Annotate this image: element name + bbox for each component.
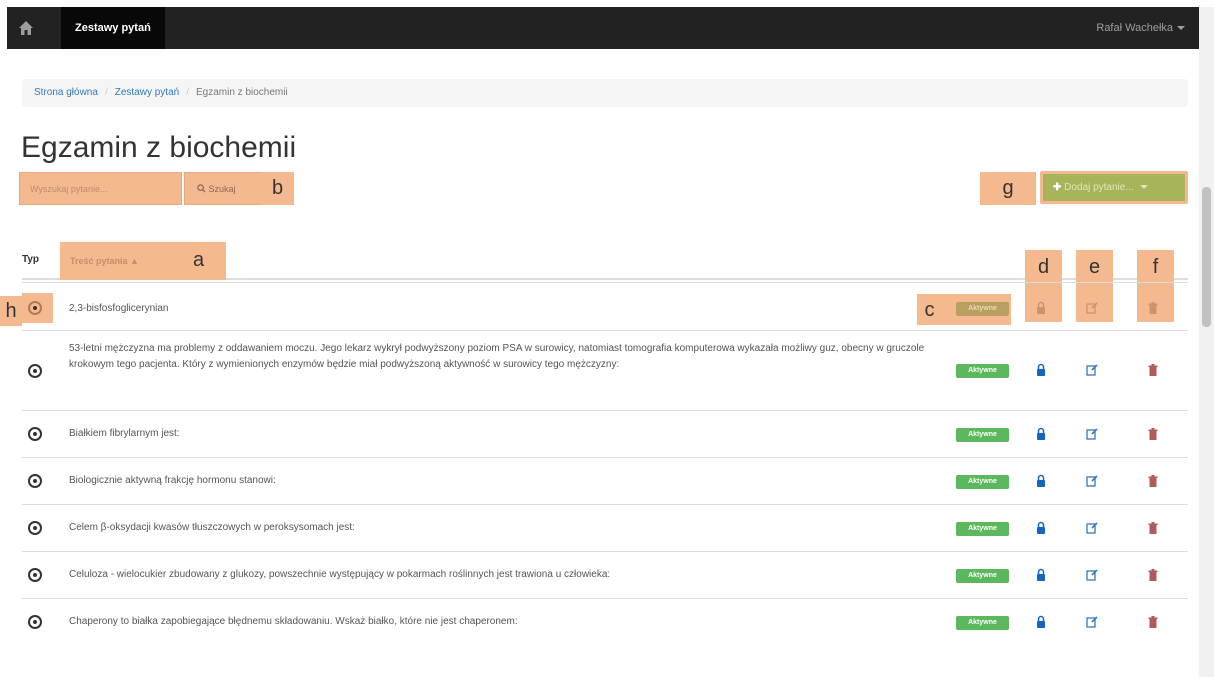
trash-icon[interactable] xyxy=(1146,568,1160,582)
question-type-radio-icon xyxy=(28,301,42,315)
edit-icon[interactable] xyxy=(1085,301,1099,315)
trash-icon[interactable] xyxy=(1146,615,1160,629)
lock-icon[interactable] xyxy=(1034,615,1048,629)
status-badge: Aktywne xyxy=(956,364,1009,378)
search-group: Szukaj xyxy=(19,172,273,205)
annotation-label-a: a xyxy=(193,249,205,271)
status-badge: Aktywne xyxy=(956,302,1009,316)
page-title: Egzamin z biochemii xyxy=(21,131,297,164)
lock-icon[interactable] xyxy=(1034,301,1048,315)
question-type-radio-icon xyxy=(28,474,42,488)
trash-icon[interactable] xyxy=(1146,521,1160,535)
question-text[interactable]: 53-letni mężczyzna ma problemy z oddawan… xyxy=(69,341,929,373)
status-badge: Aktywne xyxy=(956,616,1009,630)
question-text[interactable]: Celem β-oksydacji kwasów tłuszczowych w … xyxy=(69,520,355,536)
question-type-radio-icon xyxy=(28,615,42,629)
top-navbar: Zestawy pytań Rafał Wachełka xyxy=(7,7,1199,49)
column-header-type: Typ xyxy=(22,254,40,265)
annotation-label-b: b xyxy=(261,172,294,205)
trash-icon[interactable] xyxy=(1146,427,1160,441)
question-type-radio-icon xyxy=(28,568,42,582)
status-badge: Aktywne xyxy=(956,475,1009,489)
edit-icon[interactable] xyxy=(1085,427,1099,441)
question-type-radio-icon xyxy=(28,521,42,535)
caret-down-icon xyxy=(1177,26,1185,31)
table-row[interactable]: 53-letni mężczyzna ma problemy z oddawan… xyxy=(22,330,1188,410)
search-input[interactable] xyxy=(19,172,182,205)
edit-icon[interactable] xyxy=(1085,615,1099,629)
breadcrumb-question-sets[interactable]: Zestawy pytań xyxy=(115,87,179,98)
table-row[interactable]: Białkiem fibrylarnym jest: Aktywne xyxy=(22,410,1188,457)
annotation-label-g: g xyxy=(980,172,1036,205)
table-header: Typ Treść pytania ▲ a xyxy=(22,242,1188,280)
breadcrumb: Strona główna / Zestawy pytań / Egzamin z bi… xyxy=(22,79,1188,107)
edit-icon[interactable] xyxy=(1085,363,1099,377)
table-row[interactable]: Chaperony to białka zapobiegające błędne… xyxy=(22,598,1188,645)
trash-icon[interactable] xyxy=(1146,301,1160,315)
search-icon xyxy=(197,183,206,193)
page-scrollbar[interactable] xyxy=(1199,7,1214,677)
edit-icon[interactable] xyxy=(1085,521,1099,535)
nav-tab-question-sets[interactable]: Zestawy pytań xyxy=(61,7,165,49)
user-name: Rafał Wachełka xyxy=(1096,22,1173,34)
question-type-radio-icon xyxy=(28,427,42,441)
lock-icon[interactable] xyxy=(1034,521,1048,535)
search-button-label: Szukaj xyxy=(208,183,236,194)
annotation-label-h: h xyxy=(0,296,22,326)
edit-icon[interactable] xyxy=(1085,568,1099,582)
table-row[interactable]: Celuloza - wielocukier zbudowany z gluko… xyxy=(22,551,1188,598)
add-question-label: Dodaj pytanie... xyxy=(1064,182,1134,193)
status-badge: Aktywne xyxy=(956,428,1009,442)
status-badge: Aktywne xyxy=(956,569,1009,583)
lock-icon[interactable] xyxy=(1034,363,1048,377)
trash-icon[interactable] xyxy=(1146,474,1160,488)
column-header-content[interactable]: Treść pytania ▲ a xyxy=(60,242,226,280)
breadcrumb-current: Egzamin z biochemii xyxy=(195,87,288,98)
table-row[interactable]: Celem β-oksydacji kwasów tłuszczowych w … xyxy=(22,504,1188,551)
question-text[interactable]: Celuloza - wielocukier zbudowany z gluko… xyxy=(69,567,610,583)
edit-icon[interactable] xyxy=(1085,474,1099,488)
column-header-content-label: Treść pytania ▲ xyxy=(70,256,139,266)
table-row[interactable]: 2,3-bisfosfoglicerynian Aktywne xyxy=(22,282,1188,330)
lock-icon[interactable] xyxy=(1034,427,1048,441)
question-text[interactable]: Chaperony to białka zapobiegające błędne… xyxy=(69,614,518,630)
question-type-radio-icon xyxy=(28,364,42,378)
table-row[interactable]: Biologicznie aktywną frakcję hormonu sta… xyxy=(22,457,1188,504)
status-badge: Aktywne xyxy=(956,522,1009,536)
question-text[interactable]: Białkiem fibrylarnym jest: xyxy=(69,426,180,442)
home-icon[interactable] xyxy=(17,19,35,37)
user-menu[interactable]: Rafał Wachełka xyxy=(1096,7,1185,49)
search-button[interactable]: Szukaj xyxy=(184,172,273,205)
breadcrumb-home[interactable]: Strona główna xyxy=(34,87,98,98)
annotation-label-c: c xyxy=(917,294,942,324)
trash-icon[interactable] xyxy=(1146,363,1160,377)
lock-icon[interactable] xyxy=(1034,568,1048,582)
scrollbar-thumb[interactable] xyxy=(1202,187,1211,327)
question-text[interactable]: 2,3-bisfosfoglicerynian xyxy=(69,301,169,317)
question-text[interactable]: Biologicznie aktywną frakcję hormonu sta… xyxy=(69,473,276,489)
plus-icon: ✚ xyxy=(1053,182,1062,193)
lock-icon[interactable] xyxy=(1034,474,1048,488)
add-question-button[interactable]: ✚ Dodaj pytanie... xyxy=(1040,171,1188,204)
caret-down-icon xyxy=(1140,185,1149,190)
